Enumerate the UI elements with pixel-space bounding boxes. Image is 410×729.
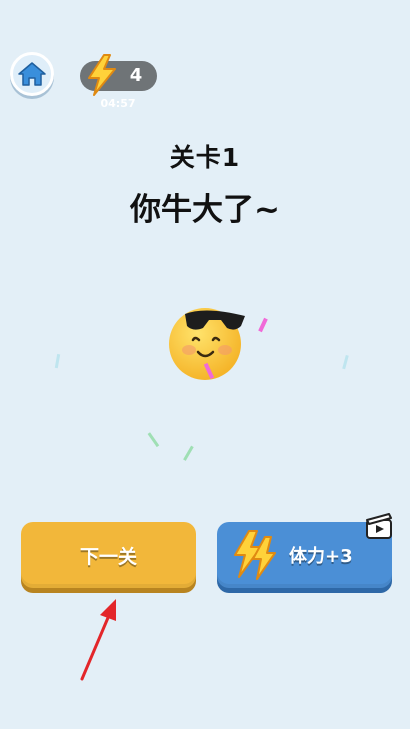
cool-sunglasses-emoji (169, 308, 245, 380)
next-level-button[interactable]: 下一关 (21, 522, 196, 588)
level-title: 关卡1 (169, 143, 241, 172)
video-ad-icon (366, 513, 392, 539)
lightning-bolt-icon (234, 530, 276, 580)
home-icon (18, 62, 46, 86)
praise-text: 你牛大了~ (130, 192, 280, 228)
energy-plus-label: 体力+3 (289, 546, 353, 567)
lightning-bolt-icon (88, 54, 116, 96)
home-button[interactable] (10, 52, 54, 96)
energy-count: 4 (129, 65, 143, 86)
energy-timer: 04:57 (100, 97, 136, 110)
pointer-arrow-icon (80, 599, 116, 681)
next-level-label: 下一关 (79, 545, 137, 568)
